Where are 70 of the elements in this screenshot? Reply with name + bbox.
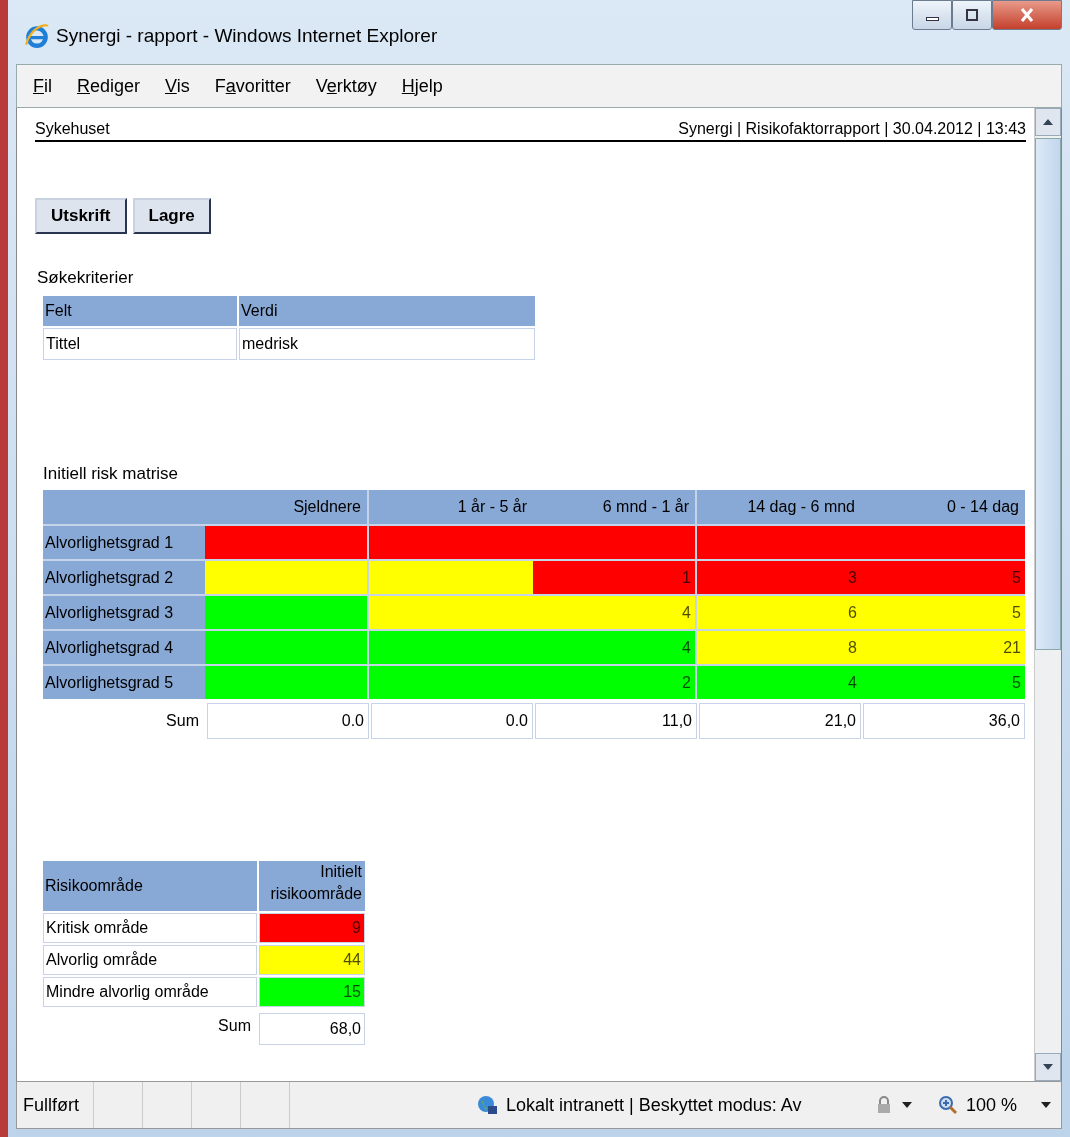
table-cell: medrisk bbox=[239, 328, 535, 360]
action-button[interactable]: Utskrift bbox=[35, 198, 127, 234]
matrix-cell: 2 bbox=[533, 666, 697, 699]
minimize-icon bbox=[925, 17, 939, 21]
caret-icon[interactable] bbox=[901, 1102, 912, 1108]
area-value-cell: 44 bbox=[259, 945, 365, 975]
globe-icon bbox=[476, 1094, 498, 1116]
caret-icon[interactable] bbox=[1041, 1102, 1051, 1108]
menu-item[interactable]: Verktøy bbox=[315, 75, 377, 97]
site-name: Sykehuset bbox=[35, 120, 110, 138]
column-header: 1 år - 5 år bbox=[457, 498, 527, 516]
minimize-button[interactable] bbox=[912, 0, 952, 30]
matrix-cell: 4 bbox=[697, 666, 861, 699]
zoom-icon[interactable] bbox=[937, 1095, 958, 1115]
matrix-cell: 4 bbox=[533, 631, 697, 664]
row-header: Alvorlighetsgrad 3 bbox=[43, 596, 205, 629]
close-button[interactable] bbox=[992, 0, 1062, 30]
scroll-down-icon[interactable] bbox=[1043, 1064, 1053, 1070]
table-cell: Alvorlig område bbox=[43, 945, 257, 975]
section-title: Initiell risk matrise bbox=[43, 464, 180, 484]
menu-item[interactable]: Vis bbox=[165, 75, 190, 97]
scrollbar[interactable] bbox=[1034, 108, 1061, 1081]
sum-cell: 0.0 bbox=[371, 703, 533, 739]
column-header: Verdi bbox=[239, 296, 535, 326]
report-info: Synergi | Risikofaktorrapport | 30.04.2012 | 13:43 bbox=[678, 120, 1026, 138]
row-header: Alvorlighetsgrad 4 bbox=[43, 631, 205, 664]
scroll-up-icon[interactable] bbox=[1043, 119, 1053, 125]
row-header: Alvorlighetsgrad 2 bbox=[43, 561, 205, 594]
table-cell: Mindre alvorlig område bbox=[43, 977, 257, 1007]
section-title: Søkekriterier bbox=[37, 268, 135, 288]
sum-cell: 21,0 bbox=[699, 703, 861, 739]
matrix-cell: 21 bbox=[861, 631, 1025, 664]
action-button[interactable]: Lagre bbox=[132, 198, 211, 234]
column-header: Felt bbox=[43, 296, 237, 326]
matrix-cell: 5 bbox=[861, 596, 1025, 629]
sum-cell: 36,0 bbox=[863, 703, 1025, 739]
menu-item[interactable]: Fil bbox=[33, 75, 52, 97]
column-header: Sjeldnere bbox=[293, 498, 361, 516]
column-header: Initielt risikoområde bbox=[259, 861, 365, 911]
matrix-cell: 8 bbox=[697, 631, 861, 664]
table-cell: Tittel bbox=[43, 328, 237, 360]
matrix-cell: 6 bbox=[697, 596, 861, 629]
column-header: 0 - 14 dag bbox=[946, 498, 1019, 516]
matrix-cell: 4 bbox=[533, 596, 697, 629]
sum-label: Sum bbox=[217, 1016, 252, 1036]
sum-label: Sum bbox=[165, 711, 200, 731]
column-header: Risikoområde bbox=[43, 861, 257, 911]
area-value-cell: 9 bbox=[259, 913, 365, 943]
matrix-cell: 5 bbox=[861, 666, 1025, 699]
window-title: Synergi - rapport - Windows Internet Explorer bbox=[56, 25, 438, 47]
matrix-cell: 3 bbox=[697, 561, 861, 594]
sum-cell: 0.0 bbox=[207, 703, 369, 739]
table-cell: Kritisk område bbox=[43, 913, 257, 943]
menu-item[interactable]: Favoritter bbox=[214, 75, 291, 97]
row-header: Alvorlighetsgrad 5 bbox=[43, 666, 205, 699]
browser-logo-icon bbox=[24, 23, 50, 49]
zoom-level[interactable]: 100 % bbox=[965, 1094, 1017, 1116]
column-header: 6 mnd - 1 år bbox=[602, 498, 689, 516]
area-value-cell: 15 bbox=[259, 977, 365, 1007]
menu-item[interactable]: Hjelp bbox=[401, 75, 443, 97]
maximize-button[interactable] bbox=[952, 0, 992, 30]
sum-cell: 11,0 bbox=[535, 703, 697, 739]
sum-cell: 68,0 bbox=[259, 1013, 365, 1045]
row-header: Alvorlighetsgrad 1 bbox=[43, 526, 205, 559]
status-text: Fullført bbox=[23, 1094, 79, 1116]
security-zone-text: Lokalt intranett | Beskyttet modus: Av bbox=[506, 1094, 802, 1116]
matrix-cell: 1 bbox=[533, 561, 697, 594]
menu-item[interactable]: Rediger bbox=[77, 75, 141, 97]
column-header: 14 dag - 6 mnd bbox=[747, 498, 855, 516]
matrix-cell: 5 bbox=[861, 561, 1025, 594]
